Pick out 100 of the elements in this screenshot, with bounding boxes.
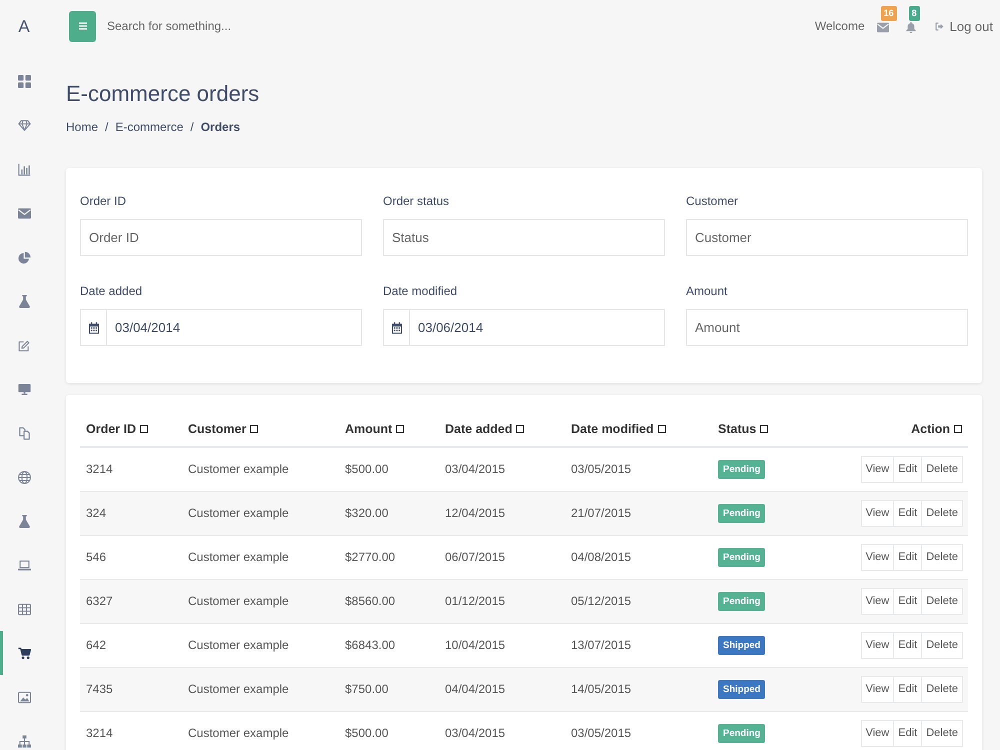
delete-button[interactable]: Delete <box>921 456 963 483</box>
image-icon <box>18 690 30 704</box>
edit-icon <box>18 338 30 352</box>
view-button[interactable]: View <box>860 632 894 658</box>
view-button[interactable]: View <box>860 588 894 614</box>
table-cell: 03/05/2015 <box>565 447 712 491</box>
column-header[interactable]: Action <box>911 422 950 436</box>
input-field[interactable]: Status <box>383 219 665 256</box>
edit-button[interactable]: Edit <box>893 632 922 658</box>
logo-letter[interactable]: A <box>0 0 48 52</box>
table-cell: $8560.00 <box>339 579 439 623</box>
edit-button[interactable]: Edit <box>893 720 922 747</box>
field-label: Order ID <box>80 193 126 209</box>
view-button[interactable]: View <box>860 544 894 570</box>
menu-button[interactable] <box>69 10 96 42</box>
globe-icon <box>18 470 30 484</box>
menu-icon <box>78 22 86 30</box>
bell-icon[interactable] <box>904 22 917 33</box>
input-field[interactable]: Customer <box>686 219 968 256</box>
count-badge: 8 <box>908 6 920 21</box>
table-cell: 21/07/2015 <box>565 491 712 535</box>
calendar-icon <box>392 322 402 334</box>
count-badge: 16 <box>880 6 897 21</box>
edit-button[interactable]: Edit <box>893 676 922 702</box>
status-badge: Pending <box>718 460 766 479</box>
table-cell: Customer example <box>182 447 339 491</box>
table-icon <box>18 602 30 616</box>
edit-button[interactable]: Edit <box>893 500 922 526</box>
input-field[interactable]: Amount <box>686 309 968 346</box>
status-badge: Shipped <box>718 636 766 654</box>
laptop-icon <box>18 558 30 572</box>
view-button[interactable]: View <box>860 676 894 702</box>
sign-out-icon <box>934 22 944 30</box>
view-button[interactable]: View <box>860 720 894 747</box>
table-cell: 04/04/2015 <box>439 667 565 711</box>
table-cell: Customer example <box>182 579 339 623</box>
table-cell: 04/08/2015 <box>565 535 712 579</box>
table-cell: 3214 <box>80 711 182 750</box>
status-badge: Pending <box>718 592 766 610</box>
status-badge: Pending <box>718 724 766 743</box>
delete-button[interactable]: Delete <box>921 720 963 747</box>
field-label: Amount <box>686 283 728 299</box>
square-icon <box>140 425 148 433</box>
delete-button[interactable]: Delete <box>921 544 963 570</box>
table-cell: $750.00 <box>339 667 439 711</box>
logout-link[interactable]: Log out <box>934 18 993 34</box>
delete-button[interactable]: Delete <box>921 676 963 702</box>
breadcrumb-separator: / <box>190 119 194 135</box>
table-cell: 05/12/2015 <box>565 579 712 623</box>
column-header[interactable]: Amount <box>345 422 392 436</box>
table-cell: 6327 <box>80 579 182 623</box>
edit-button[interactable]: Edit <box>893 456 922 483</box>
column-header[interactable]: Order ID <box>86 422 136 436</box>
column-header[interactable]: Customer <box>188 422 246 436</box>
field-label: Order status <box>383 193 450 209</box>
cart-icon <box>18 646 30 660</box>
table-cell: $500.00 <box>339 711 439 750</box>
table-cell: 14/05/2015 <box>565 667 712 711</box>
column-header[interactable]: Date added <box>445 422 512 436</box>
flask-icon <box>18 294 30 308</box>
table-cell: Customer example <box>182 535 339 579</box>
table-cell: Customer example <box>182 623 339 667</box>
column-header[interactable]: Date modified <box>571 422 654 436</box>
delete-button[interactable]: Delete <box>921 500 963 526</box>
date-field[interactable]: 03/04/2014 <box>107 309 362 346</box>
field-label: Date added <box>80 283 142 299</box>
date-field[interactable]: 03/06/2014 <box>410 309 665 346</box>
table-cell: Customer example <box>182 667 339 711</box>
square-icon <box>658 425 666 433</box>
square-icon <box>760 425 768 433</box>
calendar-icon <box>88 322 98 334</box>
view-button[interactable]: View <box>860 500 894 526</box>
pie-chart-icon <box>18 250 30 264</box>
square-icon <box>954 425 962 433</box>
table-cell: 03/05/2015 <box>565 711 712 750</box>
envelope-icon[interactable] <box>876 22 889 33</box>
grid-icon <box>18 74 30 88</box>
table-cell: $6843.00 <box>339 623 439 667</box>
square-icon <box>516 425 524 433</box>
input-field[interactable]: Order ID <box>80 219 362 256</box>
table-cell: 03/04/2015 <box>439 447 565 491</box>
table-cell: Customer example <box>182 711 339 750</box>
table-cell: 06/07/2015 <box>439 535 565 579</box>
edit-button[interactable]: Edit <box>893 544 922 570</box>
page-title: E-commerce orders <box>66 81 260 107</box>
breadcrumb-link[interactable]: E-commerce <box>115 119 184 135</box>
view-button[interactable]: View <box>860 456 894 483</box>
search-field[interactable]: Search for something... <box>107 19 257 33</box>
diamond-icon <box>18 118 30 132</box>
edit-button[interactable]: Edit <box>893 588 922 614</box>
documents-icon <box>18 426 30 440</box>
field-label: Date modified <box>383 283 458 299</box>
delete-button[interactable]: Delete <box>921 588 963 614</box>
column-header[interactable]: Status <box>718 422 756 436</box>
table-cell: 642 <box>80 623 182 667</box>
table-cell: Customer example <box>182 491 339 535</box>
breadcrumb-link[interactable]: Home <box>66 119 98 135</box>
delete-button[interactable]: Delete <box>921 632 963 658</box>
status-badge: Pending <box>718 548 766 566</box>
table-cell: 10/04/2015 <box>439 623 565 667</box>
